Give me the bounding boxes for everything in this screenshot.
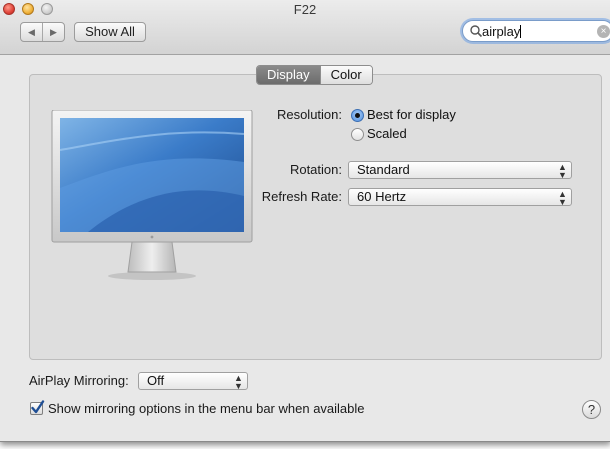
back-forward-control: ◀ ▶ (20, 22, 65, 42)
airplay-mirroring-value: Off (147, 373, 165, 388)
tab-bar: Display Color (256, 65, 373, 85)
airplay-mirroring-select[interactable]: Off ▲ ▼ (138, 372, 248, 391)
search-field[interactable]: airplay × (462, 20, 610, 42)
option-best-for-display[interactable]: Best for display (367, 107, 456, 122)
tab-display[interactable]: Display (257, 66, 320, 84)
search-input[interactable]: airplay (482, 24, 522, 39)
rotation-select[interactable]: Standard ▲ ▼ (348, 161, 572, 180)
back-button[interactable]: ◀ (21, 23, 42, 41)
select-arrows-icon: ▲ ▼ (558, 162, 567, 180)
clear-icon[interactable]: × (597, 25, 610, 38)
back-icon: ◀ (28, 26, 35, 37)
resolution-label: Resolution: (276, 107, 342, 122)
option-scaled[interactable]: Scaled (367, 126, 407, 141)
forward-icon: ▶ (50, 26, 57, 37)
refresh-rate-value: 60 Hertz (357, 189, 407, 204)
rotation-label: Rotation: (289, 162, 342, 177)
search-icon (470, 25, 483, 38)
refresh-rate-label: Refresh Rate: (261, 189, 342, 204)
forward-button[interactable]: ▶ (42, 23, 64, 41)
radio-best-for-display[interactable] (351, 109, 364, 122)
mirroring-menu-checkbox-label[interactable]: Show mirroring options in the menu bar w… (48, 401, 365, 416)
toolbar: F22 ◀ ▶ Show All airplay × (0, 0, 610, 55)
help-icon[interactable]: ? (582, 400, 601, 419)
select-arrows-icon: ▲ ▼ (558, 189, 567, 207)
select-arrows-icon: ▲ ▼ (234, 373, 243, 391)
rotation-value: Standard (357, 162, 410, 177)
checkmark-icon (31, 400, 45, 414)
monitor-icon (51, 110, 253, 280)
refresh-rate-select[interactable]: 60 Hertz ▲ ▼ (348, 188, 572, 207)
window-title: F22 (293, 2, 317, 17)
radio-scaled[interactable] (351, 128, 364, 141)
tab-color[interactable]: Color (319, 66, 372, 84)
mirroring-menu-checkbox[interactable] (30, 400, 45, 415)
airplay-mirroring-label: AirPlay Mirroring: (29, 373, 129, 388)
preferences-window: F22 ◀ ▶ Show All airplay × Display Color (0, 0, 610, 442)
show-all-button[interactable]: Show All (74, 22, 146, 42)
